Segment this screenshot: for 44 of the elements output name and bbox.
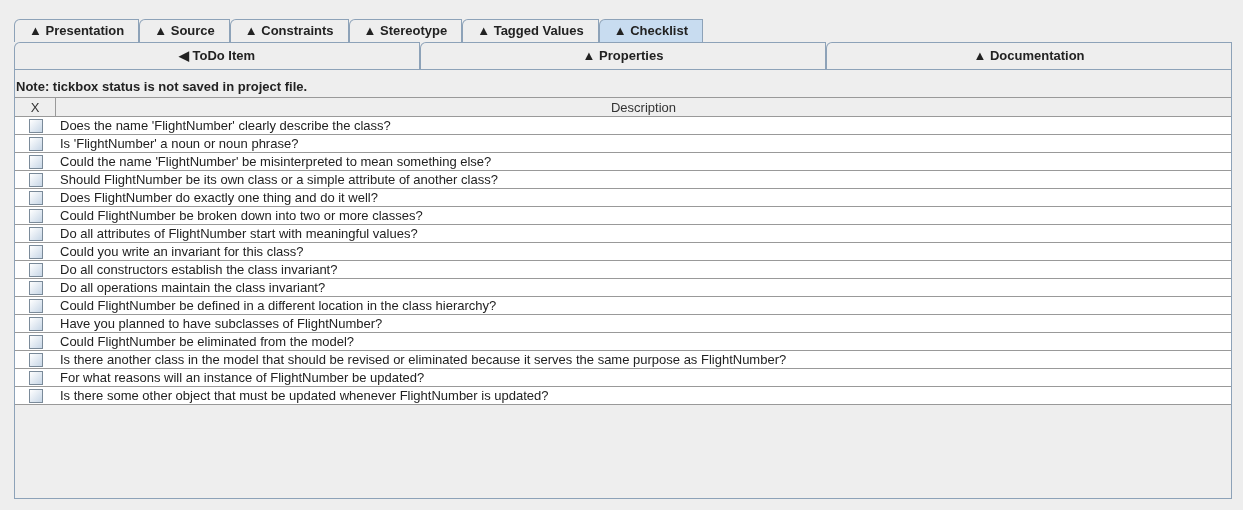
checkbox[interactable]: [28, 352, 43, 367]
checkbox[interactable]: [28, 334, 43, 349]
checkbox[interactable]: [28, 298, 43, 313]
column-header[interactable]: X: [15, 98, 56, 116]
table-cell-text: Could FlightNumber be defined in a different location in the class hierarchy?: [59, 296, 497, 315]
tab[interactable]: ▲ Source: [139, 19, 230, 42]
table-cell-text: Do all attributes of FlightNumber start with meaningful values?: [59, 224, 418, 243]
checkbox[interactable]: [28, 136, 43, 151]
table-cell-text: Could you write an invariant for this class?: [59, 242, 304, 261]
tab[interactable]: ▲ Constraints: [229, 19, 349, 42]
tab[interactable]: ▲ Tagged Values: [462, 19, 599, 42]
table-cell-text: Do all operations maintain the class invariant?: [59, 278, 326, 297]
column-header[interactable]: Description: [56, 98, 1231, 116]
table-cell-text: Could FlightNumber be broken down into two or more classes?: [59, 206, 423, 225]
tab[interactable]: ▲ Documentation: [826, 42, 1232, 69]
table-cell-text: Is there another class in the model that should be revised or eliminated because it serves the same purpose as FlightNumber?: [59, 350, 787, 369]
note-text: Note: tickbox status is not saved in project file.: [15, 78, 309, 96]
checkbox[interactable]: [28, 208, 43, 223]
tab[interactable]: ◀ ToDo Item: [14, 42, 420, 69]
checkbox[interactable]: [28, 316, 43, 331]
table-cell-text: Should FlightNumber be its own class or a simple attribute of another class?: [59, 170, 498, 189]
checkbox[interactable]: [28, 280, 43, 295]
table-cell-text: Could FlightNumber be eliminated from the model?: [59, 332, 355, 351]
table-cell-text: Does FlightNumber do exactly one thing and do it well?: [59, 188, 378, 207]
tab[interactable]: ▲ Properties: [420, 42, 826, 69]
checkbox[interactable]: [28, 154, 43, 169]
checkbox[interactable]: [28, 190, 43, 205]
table-cell-text: Do all constructors establish the class invariant?: [59, 260, 338, 279]
tab[interactable]: ▲ Checklist: [598, 19, 703, 42]
tab[interactable]: ▲ Stereotype: [348, 19, 463, 42]
checkbox[interactable]: [28, 370, 43, 385]
checkbox[interactable]: [28, 262, 43, 277]
table-cell-text: Is 'FlightNumber' a noun or noun phrase?: [59, 134, 299, 153]
table-cell-text: Could the name 'FlightNumber' be misinterpreted to mean something else?: [59, 152, 492, 171]
table-cell-text: For what reasons will an instance of FlightNumber be updated?: [59, 368, 425, 387]
checkbox[interactable]: [28, 388, 43, 403]
table-cell-text: Is there some other object that must be updated whenever FlightNumber is updated?: [59, 386, 549, 405]
tab[interactable]: ▲ Presentation: [14, 19, 140, 42]
checkbox[interactable]: [28, 244, 43, 259]
table-cell-text: Have you planned to have subclasses of FlightNumber?: [59, 314, 383, 333]
checkbox[interactable]: [28, 226, 43, 241]
checkbox[interactable]: [28, 118, 43, 133]
table-cell-text: Does the name 'FlightNumber' clearly describe the class?: [59, 116, 391, 135]
checkbox[interactable]: [28, 172, 43, 187]
